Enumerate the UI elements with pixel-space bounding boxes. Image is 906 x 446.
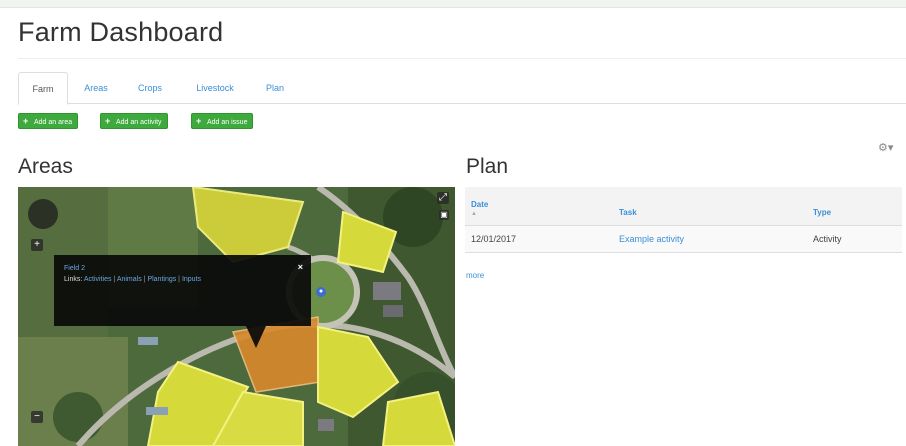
more-link[interactable]: more <box>466 271 484 280</box>
popup-link-plantings[interactable]: Plantings <box>147 276 176 283</box>
areas-heading: Areas <box>18 155 73 178</box>
zoom-in-button[interactable]: + <box>31 239 43 251</box>
table-header-row: Date ▲ Task Type <box>465 187 902 226</box>
date-column-header[interactable]: Date ▲ <box>465 187 613 226</box>
tab-livestock[interactable]: Livestock <box>184 72 246 104</box>
popup-link-animals[interactable]: Animals <box>117 276 142 283</box>
plus-icon: + <box>105 116 111 126</box>
add-area-button[interactable]: + Add an area <box>18 113 79 129</box>
popup-links-label: Links: <box>64 276 83 283</box>
popup-pointer <box>246 326 266 348</box>
task-column-header[interactable]: Task <box>613 187 807 226</box>
popup-link-inputs[interactable]: Inputs <box>182 276 201 283</box>
top-bar <box>0 0 906 8</box>
add-issue-button[interactable]: + Add an issue <box>191 113 254 129</box>
row-date: 12/01/2017 <box>465 225 613 253</box>
areas-map[interactable]: + − ⤢ ▣ ● Field 2 Links: Activities | An… <box>18 187 455 446</box>
date-header-label: Date <box>471 199 489 209</box>
add-activity-button[interactable]: + Add an activity <box>100 113 168 129</box>
plus-icon: + <box>196 116 202 126</box>
gear-icon[interactable]: ⚙▾ <box>878 141 893 154</box>
popup-links: Links: Activities | Animals | Plantings … <box>64 276 202 283</box>
map-popup: Field 2 Links: Activities | Animals | Pl… <box>54 255 311 326</box>
page-title: Farm Dashboard <box>18 17 224 47</box>
plus-icon: + <box>23 116 29 126</box>
tab-crops[interactable]: Crops <box>128 72 172 104</box>
sort-ascending-icon: ▲ <box>471 210 477 217</box>
zoom-out-button[interactable]: − <box>31 411 43 423</box>
tab-farm[interactable]: Farm <box>18 72 68 105</box>
tab-areas[interactable]: Areas <box>74 72 118 104</box>
close-icon[interactable]: × <box>298 262 303 272</box>
popup-link-activities[interactable]: Activities <box>84 276 112 283</box>
plan-heading: Plan <box>466 155 509 178</box>
add-area-label: Add an area <box>34 119 73 126</box>
fullscreen-icon[interactable]: ⤢ <box>437 192 449 204</box>
tab-plan[interactable]: Plan <box>256 72 294 104</box>
location-marker-icon[interactable]: ● <box>316 287 326 297</box>
type-column-header[interactable]: Type <box>807 187 902 226</box>
add-issue-label: Add an issue <box>207 119 248 126</box>
popup-title-link[interactable]: Field 2 <box>64 265 85 272</box>
layers-icon[interactable]: ▣ <box>439 210 449 220</box>
row-task-link[interactable]: Example activity <box>613 225 807 253</box>
tab-bar: Farm Areas Crops Livestock Plan <box>18 72 906 105</box>
row-type: Activity <box>807 225 902 253</box>
pan-compass-icon[interactable] <box>28 199 58 229</box>
table-row: 12/01/2017 Example activity Activity <box>465 225 902 253</box>
add-activity-label: Add an activity <box>116 119 162 126</box>
title-divider <box>18 58 906 59</box>
plan-table: Date ▲ Task Type 12/01/2017 Example acti… <box>465 187 902 253</box>
